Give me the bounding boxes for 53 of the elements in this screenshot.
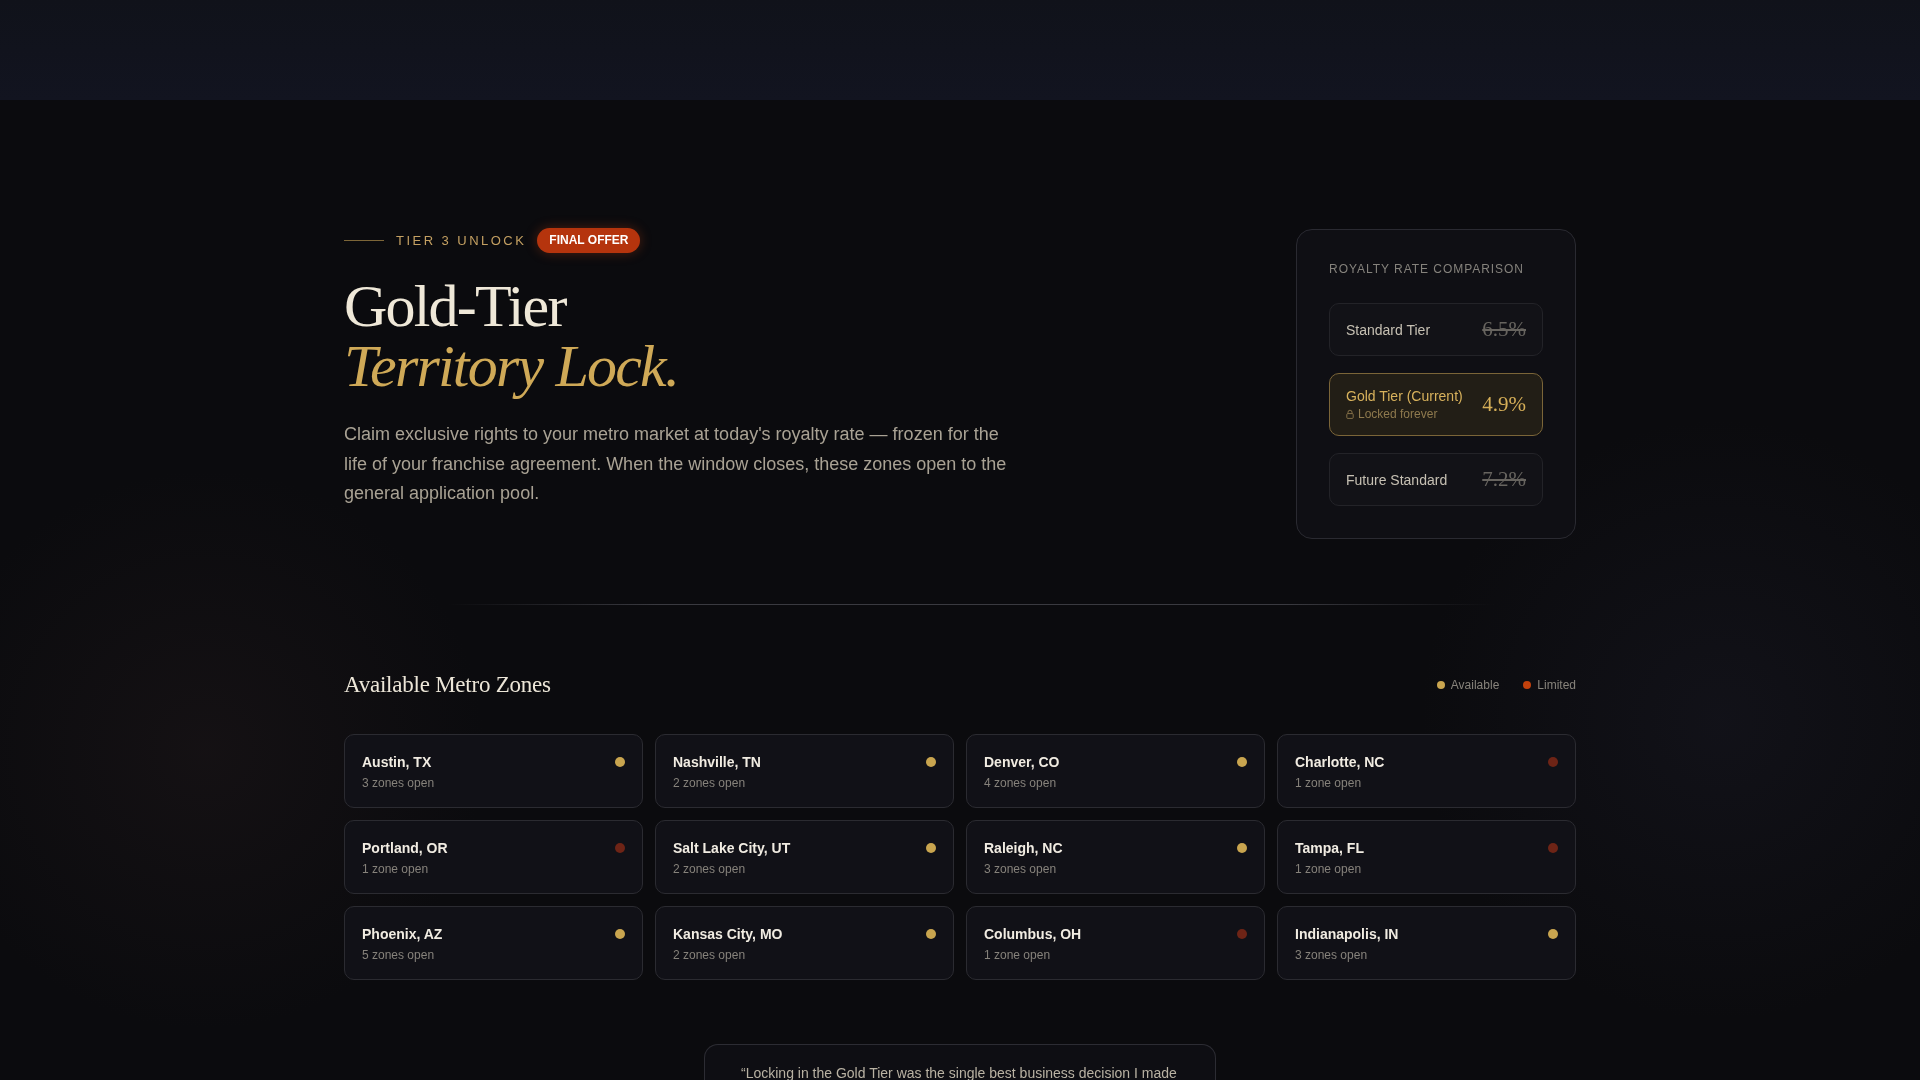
rate-value: 4.9% bbox=[1482, 392, 1526, 417]
offer-badge: FINAL OFFER bbox=[537, 228, 641, 253]
hero-title: Gold-Tier bbox=[344, 276, 568, 336]
rate-value: 7.2% bbox=[1482, 467, 1526, 492]
zone-card[interactable]: Columbus, OH 1 zone open bbox=[966, 906, 1265, 980]
zone-detail: 2 zones open bbox=[673, 862, 747, 877]
zone-card[interactable]: Nashville, TN 2 zones open bbox=[655, 734, 954, 808]
zone-card[interactable]: Charlotte, NC 1 zone open bbox=[1277, 734, 1576, 808]
zone-card[interactable]: Salt Lake City, UT 2 zones open bbox=[655, 820, 954, 894]
zone-card[interactable]: Tampa, FL 1 zone open bbox=[1277, 820, 1576, 894]
zone-card[interactable]: Portland, OR 1 zone open bbox=[344, 820, 643, 894]
zone-name: Raleigh, NC bbox=[984, 840, 1063, 857]
hero-description: Claim exclusive rights to your metro market at today's royalty rate — frozen for the life of your franchise agreement. When the window closes, these zones open to the general application pool. bbox=[344, 423, 1008, 506]
legend-label: Limited bbox=[1537, 677, 1576, 692]
zone-card[interactable]: Denver, CO 4 zones open bbox=[966, 734, 1265, 808]
zone-name: Kansas City, MO bbox=[673, 926, 783, 943]
zone-name: Salt Lake City, UT bbox=[673, 840, 791, 857]
zone-name: Indianapolis, IN bbox=[1295, 926, 1399, 943]
rate-label: Standard Tier bbox=[1346, 321, 1431, 338]
zone-name: Charlotte, NC bbox=[1295, 754, 1385, 771]
zone-detail: 4 zones open bbox=[984, 776, 1058, 791]
rate-label: Future Standard bbox=[1346, 471, 1448, 488]
zone-detail: 1 zone open bbox=[1295, 862, 1363, 877]
zone-card[interactable]: Phoenix, AZ 5 zones open bbox=[344, 906, 643, 980]
zone-detail: 5 zones open bbox=[362, 948, 436, 963]
section-title: Available Metro Zones bbox=[344, 671, 551, 699]
zone-detail: 1 zone open bbox=[984, 948, 1052, 963]
zone-card[interactable]: Kansas City, MO 2 zones open bbox=[655, 906, 954, 980]
zone-name: Columbus, OH bbox=[984, 926, 1082, 943]
zone-card[interactable]: Indianapolis, IN 3 zones open bbox=[1277, 906, 1576, 980]
zone-detail: 3 zones open bbox=[984, 862, 1058, 877]
zone-name: Nashville, TN bbox=[673, 754, 761, 771]
zone-detail: 2 zones open bbox=[673, 948, 747, 963]
zone-detail: 2 zones open bbox=[673, 776, 747, 791]
zone-detail: 3 zones open bbox=[1295, 948, 1369, 963]
legend-label: Available bbox=[1450, 677, 1500, 692]
zone-name: Tampa, FL bbox=[1295, 840, 1364, 857]
zone-detail: 3 zones open bbox=[362, 776, 435, 791]
zone-card[interactable]: Raleigh, NC 3 zones open bbox=[966, 820, 1265, 894]
testimonial-quote: “Locking in the Gold Tier was the single best business decision I made bbox=[741, 1065, 1178, 1080]
rate-label: Gold Tier (Current) bbox=[1346, 388, 1463, 404]
zone-name: Austin, TX bbox=[362, 754, 433, 771]
rate-note: Locked forever bbox=[1358, 407, 1438, 421]
lock-icon bbox=[1346, 409, 1354, 419]
zone-name: Phoenix, AZ bbox=[362, 926, 443, 943]
zone-detail: 1 zone open bbox=[362, 862, 430, 877]
zone-name: Denver, CO bbox=[984, 754, 1060, 771]
zone-name: Portland, OR bbox=[362, 840, 448, 857]
zone-card[interactable]: Austin, TX 3 zones open bbox=[344, 734, 643, 808]
zone-detail: 1 zone open bbox=[1295, 776, 1363, 791]
rate-value: 6.5% bbox=[1482, 317, 1526, 342]
eyebrow-label: TIER 3 UNLOCK bbox=[396, 233, 527, 248]
card-title: ROYALTY RATE COMPARISON bbox=[1329, 262, 1525, 276]
